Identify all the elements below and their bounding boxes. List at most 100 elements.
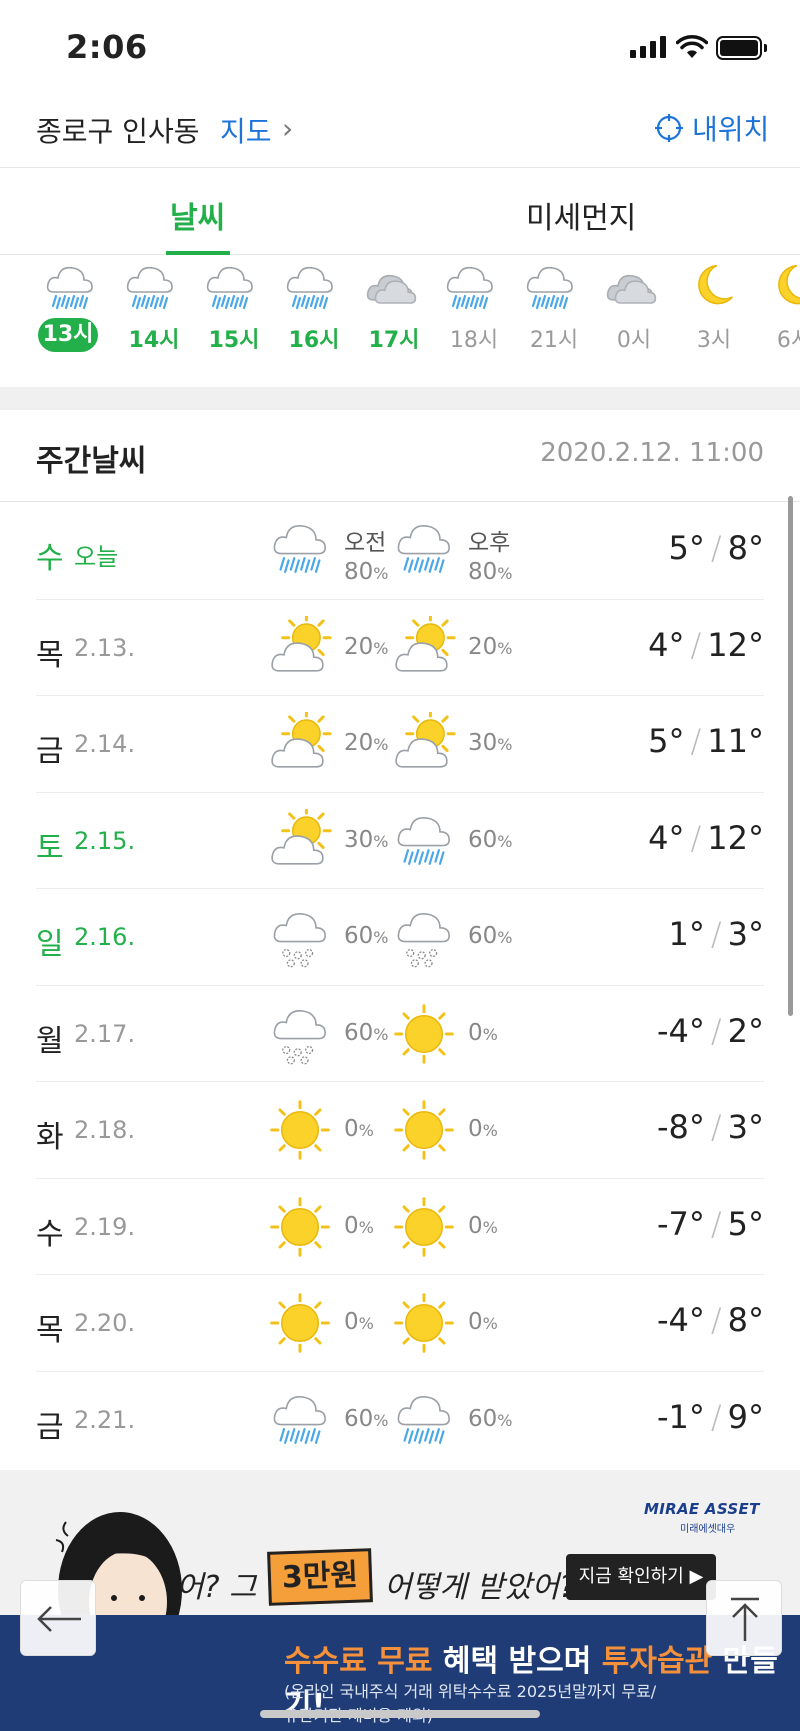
pm-weather-icon xyxy=(392,612,456,684)
sun-icon xyxy=(270,1293,330,1353)
tab-fine-dust[interactable]: 미세먼지 xyxy=(526,193,636,237)
am-precip: 0% xyxy=(344,1309,374,1335)
partly-cloudy-icon xyxy=(395,708,456,768)
tab-active-indicator xyxy=(166,251,230,255)
pm-weather-icon xyxy=(392,517,456,585)
location-bar: 종로구 인사동 지도 › 내위치 xyxy=(0,92,800,168)
ad-check-now-button[interactable]: 지금 확인하기 ▶ xyxy=(566,1554,716,1600)
scroll-to-top-button[interactable] xyxy=(706,1580,782,1656)
hourly-item[interactable]: 21시 xyxy=(514,256,594,386)
cellular-signal-icon xyxy=(630,36,666,58)
snow-cloud-icon xyxy=(397,913,450,968)
wifi-icon xyxy=(676,35,708,58)
hourly-item[interactable]: 6시 xyxy=(754,256,800,386)
ad-fine-print-1: (온라인 국내주식 거래 위탁수수료 2025년말까지 무료/ xyxy=(284,1682,657,1701)
weekly-row: 수 오늘 오전 80% 오후 80% 5°/8° xyxy=(36,503,764,600)
weekly-row: 금 2.14. 20% 30% 5°/11° xyxy=(36,696,764,793)
sun-icon xyxy=(394,1003,454,1064)
am-precip-value: 20 xyxy=(344,730,374,756)
temp-high: 9° xyxy=(727,1397,764,1436)
am-precip-value: 60 xyxy=(344,1405,374,1432)
rain-cloud-icon xyxy=(126,266,173,310)
weekday: 월 xyxy=(36,1023,64,1059)
weekly-row: 목 2.20. 0% 0% -4°/8° xyxy=(36,1275,764,1372)
pm-precip-value: 0 xyxy=(468,1019,483,1046)
date: 2.13. xyxy=(74,633,136,662)
am-precip: 30% xyxy=(344,826,389,853)
temperature-range: -4°/2° xyxy=(656,1011,764,1050)
hourly-item[interactable]: 16시 xyxy=(274,256,354,386)
pm-weather-icon xyxy=(392,708,456,780)
temperature-range: -8°/3° xyxy=(656,1108,764,1146)
hourly-forecast-strip[interactable]: 13시 14시 15시 16시 17시 18시 21시 0시 3시 6시 xyxy=(0,256,800,388)
weekly-header: 주간날씨 2020.2.12. 11:00 xyxy=(0,410,800,502)
status-bar: 2:06 xyxy=(0,0,800,92)
pm-precip: 0% xyxy=(468,1019,498,1046)
am-weather-icon xyxy=(268,708,332,780)
pm-precip-value: 60 xyxy=(468,826,498,853)
rain-cloud-icon xyxy=(397,816,450,865)
am-precip: 80% xyxy=(344,559,389,585)
am-weather-icon xyxy=(268,1388,332,1456)
partly-cloudy-icon xyxy=(395,612,456,672)
tab-weather[interactable]: 날씨 xyxy=(170,193,225,237)
pm-weather-icon xyxy=(392,905,456,973)
ad-banner[interactable]: MIRAE ASSET 미래에셋대우 어? 그 3만원 어떻게 받았어? 지금 … xyxy=(0,1470,800,1731)
hourly-item[interactable]: 3시 xyxy=(674,256,754,386)
hourly-item[interactable]: 14시 xyxy=(114,256,194,386)
scrollbar[interactable] xyxy=(788,496,793,1016)
hourly-item[interactable]: 13시 xyxy=(34,256,114,386)
am-label: 오전 xyxy=(344,530,387,556)
weekday: 수 xyxy=(36,1216,64,1252)
hourly-item[interactable]: 17시 xyxy=(354,256,434,386)
weekday: 목 xyxy=(36,637,64,673)
pm-precip: 60% xyxy=(468,826,513,853)
battery-icon xyxy=(716,36,767,60)
hourly-item[interactable]: 0시 xyxy=(594,256,674,386)
temperature-range: 5°/8° xyxy=(668,529,765,567)
rain-cloud-icon xyxy=(286,266,333,310)
pm-precip-value: 0 xyxy=(468,1212,483,1239)
hourly-label: 14시 xyxy=(128,328,180,353)
weekly-row: 화 2.18. 0% 0% -8°/3° xyxy=(36,1082,764,1179)
hourly-label: 18시 xyxy=(449,328,499,353)
chevron-right-icon[interactable]: › xyxy=(282,112,293,145)
temperature-range: -7°/5° xyxy=(656,1204,764,1243)
back-button[interactable] xyxy=(20,1580,96,1656)
map-link[interactable]: 지도 xyxy=(220,110,272,150)
am-precip-value: 30 xyxy=(344,826,374,853)
rain-cloud-icon xyxy=(273,525,326,573)
am-precip: 20% xyxy=(344,730,389,756)
weekly-forecast-list: 수 오늘 오전 80% 오후 80% 5°/8° 목 2.13. 20% 20%… xyxy=(0,503,800,1468)
weekday: 일 xyxy=(36,927,64,962)
tab-bar: 날씨 미세먼지 xyxy=(0,169,800,255)
am-precip: 60% xyxy=(344,923,389,949)
am-weather-icon xyxy=(268,1195,332,1263)
temp-low: -7° xyxy=(656,1204,705,1243)
am-weather-icon xyxy=(268,905,332,973)
pm-precip: 60% xyxy=(468,923,513,949)
am-precip: 60% xyxy=(344,1019,389,1046)
rain-cloud-icon xyxy=(526,266,573,310)
date: 2.14. xyxy=(74,730,136,758)
temp-high: 8° xyxy=(727,529,764,567)
hourly-label: 17시 xyxy=(368,328,420,353)
am-precip-value: 60 xyxy=(344,923,374,949)
am-precip: 0% xyxy=(344,1212,374,1239)
my-position-button[interactable]: 내위치 xyxy=(654,108,769,148)
pm-precip: 30% xyxy=(468,730,513,756)
date: 2.16. xyxy=(74,923,136,951)
arrow-left-icon xyxy=(37,1606,81,1632)
hourly-item[interactable]: 18시 xyxy=(434,256,514,386)
hourly-item[interactable]: 15시 xyxy=(194,256,274,386)
date: 2.15. xyxy=(74,826,136,855)
weekday: 목 xyxy=(36,1313,64,1348)
pm-precip: 20% xyxy=(468,633,513,660)
partly-cloudy-icon xyxy=(271,708,332,768)
pm-precip-value: 30 xyxy=(468,730,498,756)
temp-high: 2° xyxy=(727,1011,764,1050)
am-precip-value: 0 xyxy=(344,1212,359,1239)
rain-cloud-icon xyxy=(446,266,493,310)
ad-headline-part: 수수료 무료 xyxy=(284,1644,433,1679)
hourly-label: 21시 xyxy=(529,328,579,353)
